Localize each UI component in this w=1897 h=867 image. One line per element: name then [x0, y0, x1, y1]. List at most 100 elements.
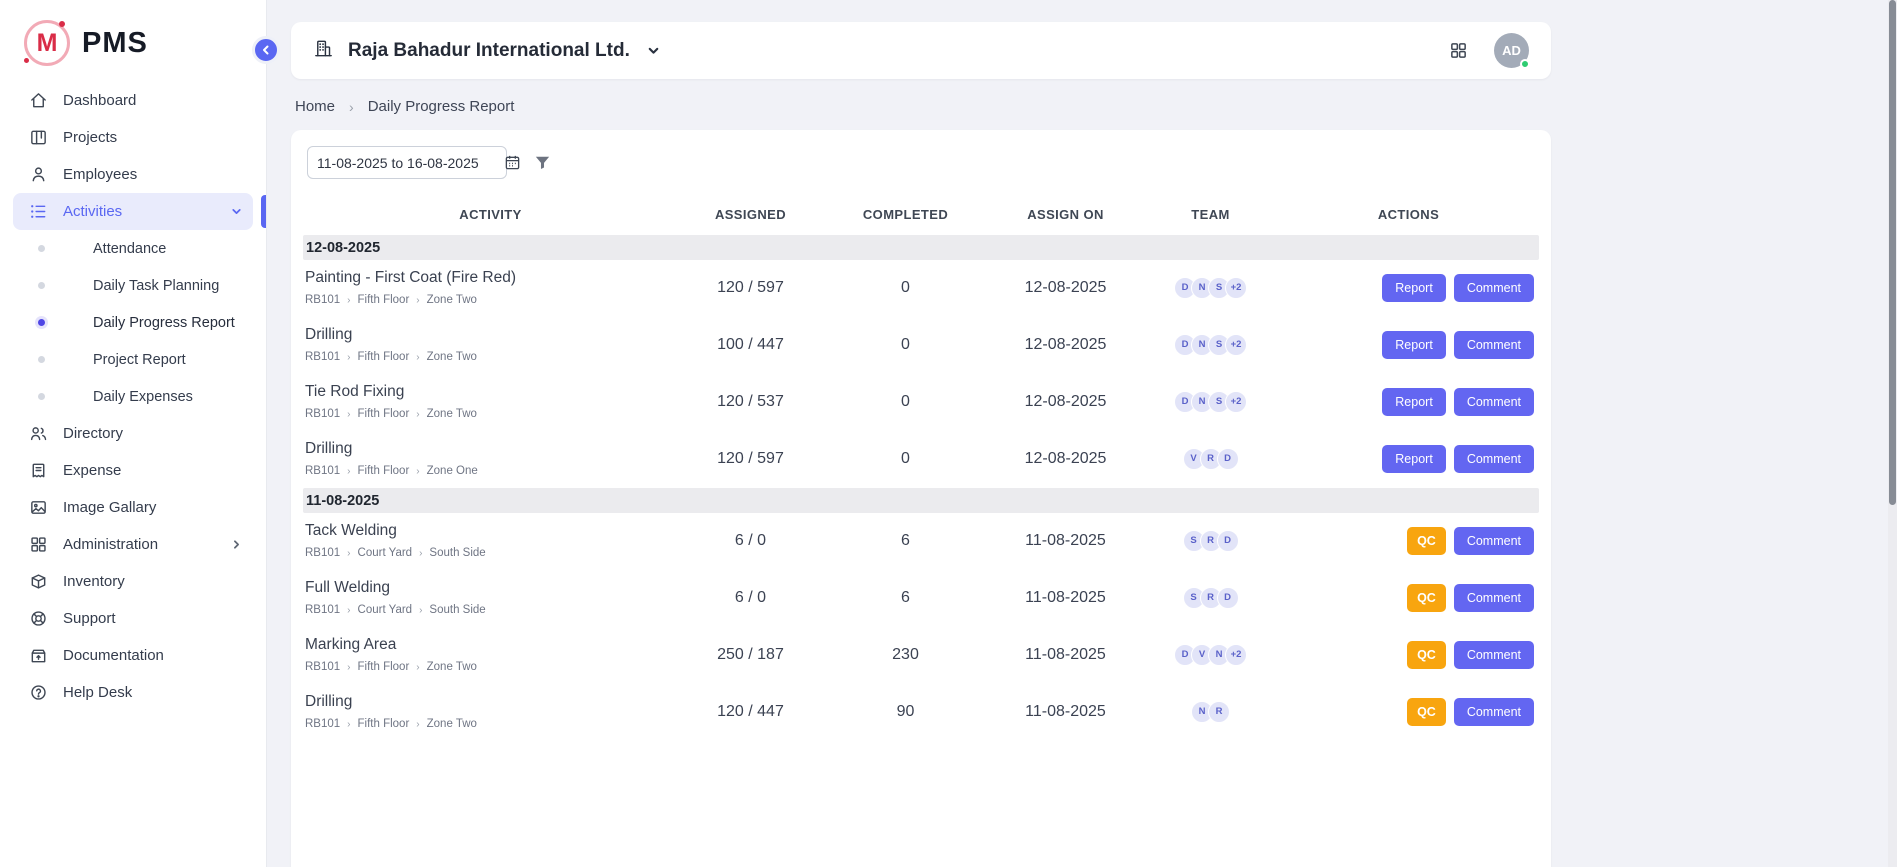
column-header-actions: ACTIONS: [1278, 207, 1539, 222]
path-segment: South Side: [429, 604, 485, 616]
team-avatars: DNS+2: [1143, 334, 1278, 356]
team-avatars: DVN+2: [1143, 644, 1278, 666]
date-range-input[interactable]: [307, 146, 507, 179]
sidebar-item-employees[interactable]: Employees: [13, 156, 253, 193]
qc-button[interactable]: QC: [1407, 641, 1446, 669]
scrollbar-track[interactable]: [1888, 0, 1897, 867]
sidebar-subitem-daily-task-planning[interactable]: Daily Task Planning: [13, 267, 253, 304]
sidebar-item-activities[interactable]: Activities: [13, 193, 253, 230]
sidebar-item-administration[interactable]: Administration: [13, 526, 253, 563]
sidebar-subitem-daily-expenses[interactable]: Daily Expenses: [13, 378, 253, 415]
sidebar-item-projects[interactable]: Projects: [13, 119, 253, 156]
filter-row: [303, 144, 1539, 193]
team-more-badge[interactable]: +2: [1225, 277, 1247, 299]
breadcrumb-home[interactable]: Home: [295, 98, 335, 115]
sidebar-item-dashboard[interactable]: Dashboard: [13, 82, 253, 119]
path-segment: RB101: [305, 718, 340, 730]
sidebar-collapse-button[interactable]: [252, 36, 280, 64]
row-actions: QC Comment: [1278, 527, 1539, 555]
sidebar-item-expense[interactable]: Expense: [13, 452, 253, 489]
activity-path: RB101›Fifth Floor›Zone Two: [305, 351, 678, 363]
comment-button[interactable]: Comment: [1454, 641, 1534, 669]
date-range-value[interactable]: [317, 155, 498, 171]
bullet-icon: [38, 393, 45, 400]
assign-on-value: 11-08-2025: [988, 532, 1143, 550]
comment-button[interactable]: Comment: [1454, 445, 1534, 473]
team-avatar[interactable]: R: [1208, 701, 1230, 723]
sidebar-item-inventory[interactable]: Inventory: [13, 563, 253, 600]
chevron-separator: ›: [347, 466, 350, 477]
team-more-badge[interactable]: +2: [1225, 334, 1247, 356]
assigned-value: 250 / 187: [678, 646, 823, 664]
table-row: Tack Welding RB101›Court Yard›South Side…: [303, 513, 1539, 570]
report-button[interactable]: Report: [1382, 445, 1446, 473]
table-row: Drilling RB101›Fifth Floor›Zone Two 100 …: [303, 317, 1539, 374]
activity-name: Painting - First Coat (Fire Red): [305, 269, 678, 287]
upload-box-icon: [29, 646, 48, 665]
activity-name: Full Welding: [305, 579, 678, 597]
chevron-separator: ›: [419, 548, 422, 559]
apps-grid-icon[interactable]: [1449, 41, 1468, 60]
team-avatars: VRD: [1143, 448, 1278, 470]
chevron-separator: ›: [416, 662, 419, 673]
chevron-separator: ›: [347, 719, 350, 730]
sidebar-subitem-attendance[interactable]: Attendance: [13, 230, 253, 267]
report-button[interactable]: Report: [1382, 331, 1446, 359]
report-button[interactable]: Report: [1382, 274, 1446, 302]
comment-button[interactable]: Comment: [1454, 388, 1534, 416]
sidebar-item-image-gallary[interactable]: Image Gallary: [13, 489, 253, 526]
report-button[interactable]: Report: [1382, 388, 1446, 416]
path-segment: Fifth Floor: [358, 408, 410, 420]
chevron-separator: ›: [347, 409, 350, 420]
activity-name: Tack Welding: [305, 522, 678, 540]
scrollbar-thumb[interactable]: [1889, 0, 1896, 505]
chevron-separator: ›: [347, 352, 350, 363]
table-row: Marking Area RB101›Fifth Floor›Zone Two …: [303, 627, 1539, 684]
activity-path: RB101›Court Yard›South Side: [305, 547, 678, 559]
assigned-value: 120 / 447: [678, 703, 823, 721]
active-indicator: [261, 195, 266, 228]
calendar-icon[interactable]: [504, 154, 521, 171]
comment-button[interactable]: Comment: [1454, 527, 1534, 555]
team-avatar[interactable]: D: [1217, 530, 1239, 552]
brand-logo[interactable]: M PMS: [0, 0, 266, 78]
kanban-icon: [29, 128, 48, 147]
comment-button[interactable]: Comment: [1454, 331, 1534, 359]
sidebar-subitem-project-report[interactable]: Project Report: [13, 341, 253, 378]
column-header-completed: COMPLETED: [823, 207, 988, 222]
table-row: Tie Rod Fixing RB101›Fifth Floor›Zone Tw…: [303, 374, 1539, 431]
assigned-value: 120 / 537: [678, 393, 823, 411]
path-segment: Fifth Floor: [358, 661, 410, 673]
comment-button[interactable]: Comment: [1454, 698, 1534, 726]
comment-button[interactable]: Comment: [1454, 584, 1534, 612]
qc-button[interactable]: QC: [1407, 698, 1446, 726]
path-segment: Zone Two: [427, 661, 477, 673]
image-icon: [29, 498, 48, 517]
team-avatar[interactable]: D: [1217, 587, 1239, 609]
sidebar-item-documentation[interactable]: Documentation: [13, 637, 253, 674]
team-avatars: SRD: [1143, 587, 1278, 609]
team-avatar[interactable]: D: [1217, 448, 1239, 470]
row-actions: QC Comment: [1278, 641, 1539, 669]
completed-value: 0: [823, 336, 988, 354]
path-segment: Zone Two: [427, 718, 477, 730]
comment-button[interactable]: Comment: [1454, 274, 1534, 302]
chevron-separator: ›: [416, 466, 419, 477]
company-selector[interactable]: Raja Bahadur International Ltd.: [313, 38, 661, 64]
sidebar-nav: DashboardProjectsEmployeesActivitiesAtte…: [0, 82, 266, 711]
sidebar-item-support[interactable]: Support: [13, 600, 253, 637]
sidebar-subitem-daily-progress-report[interactable]: Daily Progress Report: [13, 304, 253, 341]
row-actions: Report Comment: [1278, 388, 1539, 416]
qc-button[interactable]: QC: [1407, 584, 1446, 612]
sidebar-item-help-desk[interactable]: Help Desk: [13, 674, 253, 711]
user-avatar[interactable]: AD: [1494, 33, 1529, 68]
qc-button[interactable]: QC: [1407, 527, 1446, 555]
team-more-badge[interactable]: +2: [1225, 644, 1247, 666]
team-avatars: DNS+2: [1143, 391, 1278, 413]
sidebar-item-directory[interactable]: Directory: [13, 415, 253, 452]
people-icon: [29, 424, 48, 443]
bullet-icon: [38, 356, 45, 363]
filter-funnel-icon[interactable]: [533, 153, 552, 172]
breadcrumb: Home › Daily Progress Report: [295, 98, 1551, 115]
team-more-badge[interactable]: +2: [1225, 391, 1247, 413]
